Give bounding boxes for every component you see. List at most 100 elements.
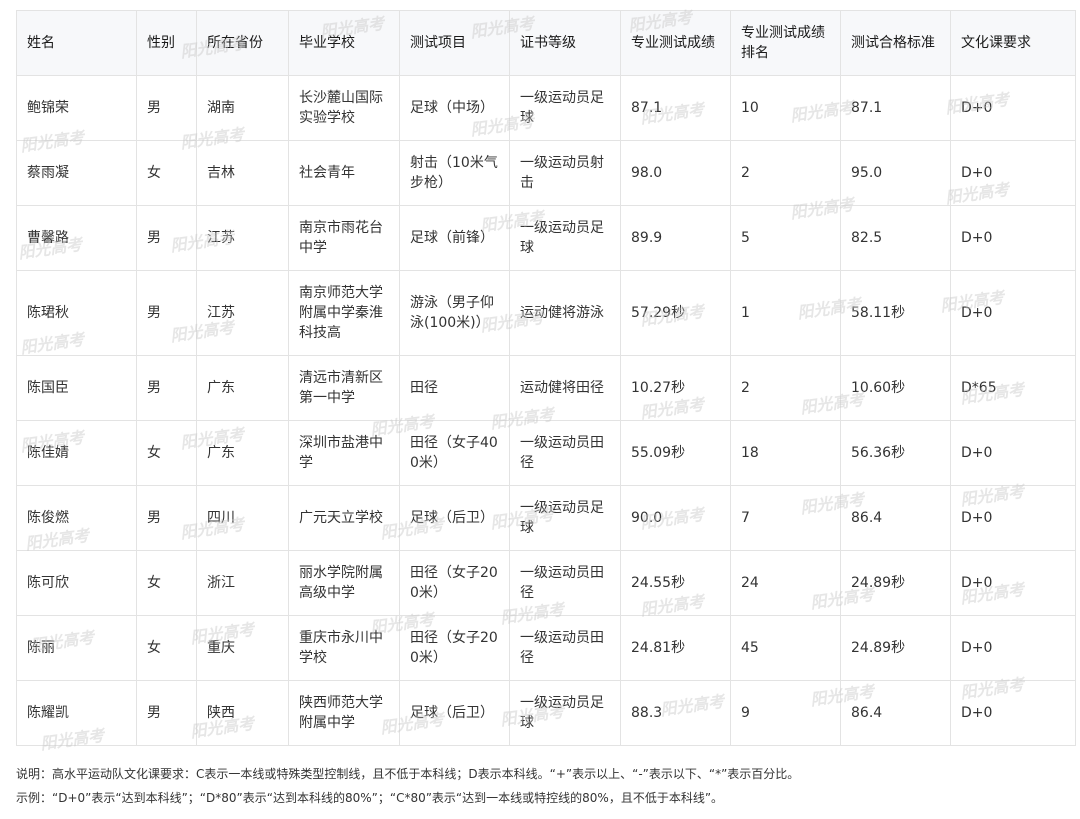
cell-gender: 女: [136, 550, 197, 616]
cell-certificate: 一级运动员射击: [509, 140, 621, 206]
cell-test-item: 田径: [399, 355, 510, 421]
cell-test-item: 田径（女子400米）: [399, 420, 510, 486]
cell-score: 87.1: [620, 75, 731, 141]
cell-standard: 56.36秒: [840, 420, 951, 486]
cell-score: 88.3: [620, 680, 731, 746]
table-row: 蔡雨凝女吉林 社会青年 射击（10米气步枪） 一级运动员射击 98.0 2 95.0 D+0: [16, 140, 1076, 206]
table-body: 鲍锦荣男湖南 长沙麓山国际实验学校 足球（中场） 一级运动员足球 87.1 10 87.1 D…: [16, 75, 1076, 746]
cell-certificate: 一级运动员田径: [509, 615, 621, 681]
cell-gender: 男: [136, 270, 197, 356]
cell-rank: 9: [730, 680, 841, 746]
cell-school: 广元天立学校: [288, 485, 400, 551]
cell-gender: 男: [136, 355, 197, 421]
cell-province: 湖南: [196, 75, 289, 141]
cell-standard: 58.11秒: [840, 270, 951, 356]
cell-test-item: 田径（女子200米）: [399, 615, 510, 681]
cell-test-item: 足球（后卫）: [399, 485, 510, 551]
table-row: 鲍锦荣男湖南 长沙麓山国际实验学校 足球（中场） 一级运动员足球 87.1 10 87.1 D…: [16, 75, 1076, 141]
cell-name: 陈俊燃: [16, 485, 137, 551]
cell-name: 蔡雨凝: [16, 140, 137, 206]
cell-school: 长沙麓山国际实验学校: [288, 75, 400, 141]
cell-province: 江苏: [196, 270, 289, 356]
cell-province: 四川: [196, 485, 289, 551]
cell-culture: D+0: [950, 550, 1076, 616]
cell-test-item: 游泳（男子仰泳(100米)）: [399, 270, 510, 356]
cell-school: 重庆市永川中学校: [288, 615, 400, 681]
cell-certificate: 一级运动员足球: [509, 75, 621, 141]
note-line-2: 示例：“D+0”表示“达到本科线”；“D*80”表示“达到本科线的80%”；“C…: [16, 791, 724, 805]
cell-score: 55.09秒: [620, 420, 731, 486]
cell-gender: 男: [136, 485, 197, 551]
cell-culture: D+0: [950, 270, 1076, 356]
cell-certificate: 一级运动员足球: [509, 485, 621, 551]
table-row: 陈佳婧女广东 深圳市盐港中学 田径（女子400米） 一级运动员田径 55.09秒 18 56…: [16, 420, 1076, 486]
cell-test-item: 射击（10米气步枪）: [399, 140, 510, 206]
cell-gender: 男: [136, 75, 197, 141]
cell-school: 陕西师范大学附属中学: [288, 680, 400, 746]
cell-rank: 10: [730, 75, 841, 141]
cell-rank: 1: [730, 270, 841, 356]
cell-score: 57.29秒: [620, 270, 731, 356]
cell-score: 24.81秒: [620, 615, 731, 681]
cell-name: 陈丽: [16, 615, 137, 681]
cell-culture: D+0: [950, 485, 1076, 551]
cell-name: 陈可欣: [16, 550, 137, 616]
header-gender: 性别: [136, 10, 197, 76]
table-row: 陈耀凯男陕西 陕西师范大学附属中学 足球（后卫） 一级运动员足球 88.3 9 86.4 D+…: [16, 680, 1076, 746]
cell-culture: D+0: [950, 615, 1076, 681]
cell-standard: 10.60秒: [840, 355, 951, 421]
cell-standard: 24.89秒: [840, 615, 951, 681]
header-test-item: 测试项目: [399, 10, 510, 76]
cell-gender: 女: [136, 140, 197, 206]
cell-province: 陕西: [196, 680, 289, 746]
cell-test-item: 足球（后卫）: [399, 680, 510, 746]
table-row: 陈国臣男广东 清远市清新区第一中学 田径 运动健将田径 10.27秒 2 10.60秒 D*6…: [16, 355, 1076, 421]
cell-certificate: 运动健将游泳: [509, 270, 621, 356]
cell-standard: 82.5: [840, 205, 951, 271]
cell-certificate: 一级运动员足球: [509, 680, 621, 746]
cell-province: 广东: [196, 355, 289, 421]
cell-gender: 女: [136, 615, 197, 681]
header-rank: 专业测试成绩排名: [730, 10, 841, 76]
cell-culture: D+0: [950, 140, 1076, 206]
cell-culture: D+0: [950, 420, 1076, 486]
cell-name: 曹馨路: [16, 205, 137, 271]
admission-table: 姓名 性别 所在省份 毕业学校 测试项目 证书等级 专业测试成绩 专业测试成绩排…: [16, 10, 1076, 746]
table-row: 陈可欣女浙江 丽水学院附属高级中学 田径（女子200米） 一级运动员田径 24.55秒 2…: [16, 550, 1076, 616]
cell-standard: 86.4: [840, 680, 951, 746]
cell-rank: 24: [730, 550, 841, 616]
cell-rank: 45: [730, 615, 841, 681]
cell-culture: D+0: [950, 205, 1076, 271]
cell-score: 24.55秒: [620, 550, 731, 616]
cell-school: 丽水学院附属高级中学: [288, 550, 400, 616]
cell-standard: 87.1: [840, 75, 951, 141]
header-culture: 文化课要求: [950, 10, 1076, 76]
table-header: 姓名 性别 所在省份 毕业学校 测试项目 证书等级 专业测试成绩 专业测试成绩排…: [16, 10, 1076, 76]
cell-test-item: 田径（女子200米）: [399, 550, 510, 616]
table-row: 陈珺秋男江苏 南京师范大学附属中学秦淮科技高 游泳（男子仰泳(100米)） 运动健将游…: [16, 270, 1076, 356]
cell-name: 陈国臣: [16, 355, 137, 421]
cell-rank: 2: [730, 355, 841, 421]
cell-certificate: 一级运动员田径: [509, 550, 621, 616]
cell-certificate: 一级运动员足球: [509, 205, 621, 271]
header-name: 姓名: [16, 10, 137, 76]
cell-gender: 男: [136, 205, 197, 271]
cell-standard: 95.0: [840, 140, 951, 206]
cell-school: 南京师范大学附属中学秦淮科技高: [288, 270, 400, 356]
table-row: 陈丽女重庆 重庆市永川中学校 田径（女子200米） 一级运动员田径 24.81秒 45 24…: [16, 615, 1076, 681]
cell-name: 陈珺秋: [16, 270, 137, 356]
cell-test-item: 足球（前锋）: [399, 205, 510, 271]
header-standard: 测试合格标准: [840, 10, 951, 76]
table-row: 曹馨路男江苏 南京市雨花台中学 足球（前锋） 一级运动员足球 89.9 5 82.5 D+0: [16, 205, 1076, 271]
cell-culture: D*65: [950, 355, 1076, 421]
cell-name: 陈佳婧: [16, 420, 137, 486]
header-school: 毕业学校: [288, 10, 400, 76]
cell-school: 社会青年: [288, 140, 400, 206]
cell-gender: 女: [136, 420, 197, 486]
cell-name: 鲍锦荣: [16, 75, 137, 141]
cell-province: 吉林: [196, 140, 289, 206]
cell-province: 浙江: [196, 550, 289, 616]
cell-rank: 7: [730, 485, 841, 551]
note-line-1: 说明：高水平运动队文化课要求：C表示一本线或特殊类型控制线，且不低于本科线；D表…: [16, 767, 800, 781]
header-certificate: 证书等级: [509, 10, 621, 76]
